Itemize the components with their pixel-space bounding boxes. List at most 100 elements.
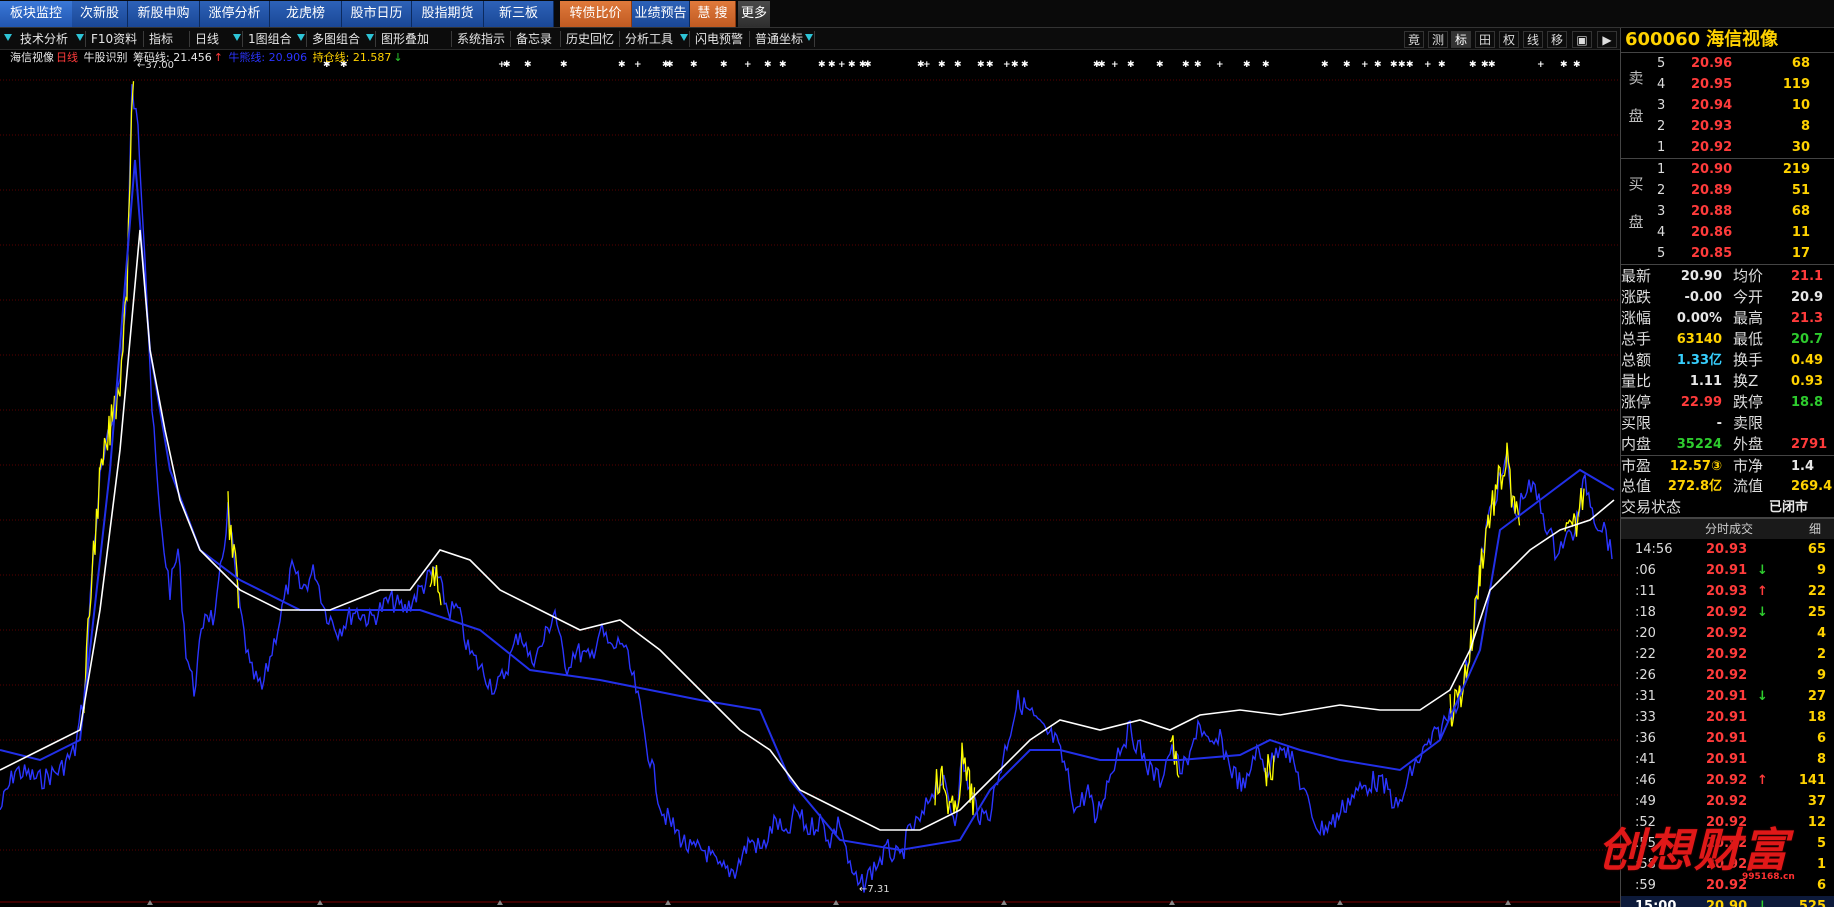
nav-tab-2[interactable]: 新股申购 bbox=[128, 1, 200, 27]
nav-tab-6[interactable]: 股指期货 bbox=[412, 1, 484, 27]
event-marker-icon[interactable]: ✱ bbox=[864, 60, 872, 70]
asks-row[interactable]: 3 20.94 10 bbox=[1621, 95, 1834, 116]
toolbar-item-0[interactable]: 技术分析 bbox=[20, 30, 68, 48]
dropdown-icon[interactable] bbox=[76, 34, 84, 41]
nav-tab-7[interactable]: 新三板 bbox=[484, 1, 554, 27]
event-marker-icon[interactable]: ✱ bbox=[954, 60, 962, 70]
asks-row[interactable]: 1 20.92 30 bbox=[1621, 137, 1834, 158]
chart-mode-button-0[interactable]: 竟 bbox=[1404, 31, 1424, 48]
toolbar-item-1[interactable]: F10资料 bbox=[91, 30, 137, 48]
event-marker-icon[interactable]: ✱ bbox=[1374, 60, 1382, 70]
event-marker-icon[interactable]: ✱ bbox=[1573, 60, 1581, 70]
event-marker-icon[interactable]: ✱ bbox=[1127, 60, 1135, 70]
chart-mode-button-7[interactable]: ▣ bbox=[1572, 31, 1592, 48]
event-marker-icon[interactable]: ✱ bbox=[666, 60, 674, 70]
trades-more[interactable]: 细 bbox=[1809, 519, 1821, 539]
event-marker-icon[interactable]: ✱ bbox=[1156, 60, 1164, 70]
toolbar-item-7[interactable]: 系统指示 bbox=[457, 30, 505, 48]
event-marker-icon[interactable]: ✱ bbox=[618, 60, 626, 70]
nav-tab-4[interactable]: 龙虎榜 bbox=[270, 1, 342, 27]
event-marker-icon[interactable]: ✱ bbox=[986, 60, 994, 70]
event-marker-icon[interactable]: ✱ bbox=[818, 60, 826, 70]
toolbar-item-5[interactable]: 多图组合 bbox=[312, 30, 360, 48]
event-marker-icon[interactable]: ✱ bbox=[828, 60, 836, 70]
event-marker-icon[interactable]: + bbox=[1111, 60, 1119, 70]
event-marker-icon[interactable]: ✱ bbox=[1469, 60, 1477, 70]
event-marker-icon[interactable]: ✱ bbox=[848, 60, 856, 70]
event-marker-icon[interactable]: ✱ bbox=[503, 60, 511, 70]
event-marker-icon[interactable]: ✱ bbox=[1406, 60, 1414, 70]
event-marker-icon[interactable]: + bbox=[634, 60, 642, 70]
event-marker-icon[interactable]: ✱ bbox=[1011, 60, 1019, 70]
toolbar-item-4[interactable]: 1图组合 bbox=[248, 30, 292, 48]
bids-row[interactable]: 4 20.86 11 bbox=[1621, 222, 1834, 243]
event-marker-icon[interactable]: ✱ bbox=[690, 60, 698, 70]
chart-mode-button-2[interactable]: 标 bbox=[1451, 31, 1471, 48]
dropdown-icon[interactable] bbox=[680, 34, 688, 41]
event-marker-icon[interactable]: ✱ bbox=[1182, 60, 1190, 70]
event-marker-icon[interactable]: ✱ bbox=[1343, 60, 1351, 70]
toolbar-item-11[interactable]: 闪电预警 bbox=[695, 30, 743, 48]
toolbar-item-8[interactable]: 备忘录 bbox=[516, 30, 552, 48]
event-marker-icon[interactable]: + bbox=[1361, 60, 1369, 70]
nav-tab-3[interactable]: 涨停分析 bbox=[200, 1, 270, 27]
event-marker-icon[interactable]: ✱ bbox=[1021, 60, 1029, 70]
nav-tab-8[interactable]: 转债比价 bbox=[560, 1, 632, 27]
event-marker-icon[interactable]: ✱ bbox=[1398, 60, 1406, 70]
chart-mode-button-5[interactable]: 线 bbox=[1523, 31, 1543, 48]
event-marker-icon[interactable]: ✱ bbox=[560, 60, 568, 70]
nav-tab-10[interactable]: 慧 搜 bbox=[690, 1, 736, 27]
toolbar-item-6[interactable]: 图形叠加 bbox=[381, 30, 429, 48]
event-marker-icon[interactable]: ✱ bbox=[1438, 60, 1446, 70]
nav-tab-9[interactable]: 业绩预告 bbox=[632, 1, 690, 27]
event-marker-icon[interactable]: + bbox=[744, 60, 752, 70]
kline-chart[interactable] bbox=[0, 50, 1620, 907]
event-marker-icon[interactable]: ✱ bbox=[1098, 60, 1106, 70]
chart-mode-button-1[interactable]: 测 bbox=[1428, 31, 1448, 48]
bids-row[interactable]: 3 20.88 68 bbox=[1621, 201, 1834, 222]
event-marker-icon[interactable]: + bbox=[1003, 60, 1011, 70]
event-marker-icon[interactable]: + bbox=[1424, 60, 1432, 70]
event-marker-icon[interactable]: ✱ bbox=[1243, 60, 1251, 70]
dropdown-icon[interactable] bbox=[805, 34, 813, 41]
chart-mode-button-4[interactable]: 权 bbox=[1499, 31, 1519, 48]
price-chart-svg[interactable] bbox=[0, 50, 1620, 907]
event-marker-icon[interactable]: + bbox=[1537, 60, 1545, 70]
dropdown-icon[interactable] bbox=[4, 34, 12, 41]
asks-row[interactable]: 2 20.93 8 bbox=[1621, 116, 1834, 137]
chart-mode-button-3[interactable]: 田 bbox=[1475, 31, 1495, 48]
toolbar-item-12[interactable]: 普通坐标 bbox=[755, 30, 803, 48]
nav-tab-0[interactable]: 板块监控 bbox=[0, 1, 72, 27]
event-marker-icon[interactable]: ✱ bbox=[1262, 60, 1270, 70]
event-marker-icon[interactable]: + bbox=[838, 60, 846, 70]
event-marker-icon[interactable]: + bbox=[1216, 60, 1224, 70]
event-marker-icon[interactable]: ✱ bbox=[779, 60, 787, 70]
asks-row[interactable]: 4 20.95 119 bbox=[1621, 74, 1834, 95]
bids-row[interactable]: 2 20.89 51 bbox=[1621, 180, 1834, 201]
event-marker-icon[interactable]: ✱ bbox=[1321, 60, 1329, 70]
bids-row[interactable]: 5 20.85 17 bbox=[1621, 243, 1834, 264]
asks-row[interactable]: 5 20.96 68 bbox=[1621, 53, 1834, 74]
bids-row[interactable]: 1 20.90 219 bbox=[1621, 159, 1834, 180]
toolbar-item-3[interactable]: 日线 bbox=[195, 30, 219, 48]
toolbar-item-9[interactable]: 历史回忆 bbox=[566, 30, 614, 48]
dropdown-icon[interactable] bbox=[297, 34, 305, 41]
event-marker-icon[interactable]: ✱ bbox=[1390, 60, 1398, 70]
event-marker-icon[interactable]: + bbox=[923, 60, 931, 70]
dropdown-icon[interactable] bbox=[233, 34, 241, 41]
nav-tab-5[interactable]: 股市日历 bbox=[342, 1, 412, 27]
chart-mode-button-8[interactable]: ▶ bbox=[1597, 31, 1617, 48]
nav-tab-1[interactable]: 次新股 bbox=[72, 1, 128, 27]
toolbar-item-2[interactable]: 指标 bbox=[149, 30, 173, 48]
event-marker-icon[interactable]: ✱ bbox=[1560, 60, 1568, 70]
nav-tab-11[interactable]: 更多 bbox=[738, 1, 770, 27]
event-marker-icon[interactable]: ✱ bbox=[764, 60, 772, 70]
toolbar-item-10[interactable]: 分析工具 bbox=[625, 30, 673, 48]
event-marker-icon[interactable]: ✱ bbox=[1194, 60, 1202, 70]
dropdown-icon[interactable] bbox=[366, 34, 374, 41]
event-marker-icon[interactable]: ✱ bbox=[938, 60, 946, 70]
event-marker-icon[interactable]: ✱ bbox=[524, 60, 532, 70]
event-marker-icon[interactable]: ✱ bbox=[1488, 60, 1496, 70]
chart-mode-button-6[interactable]: 移 bbox=[1547, 31, 1567, 48]
event-marker-icon[interactable]: ✱ bbox=[977, 60, 985, 70]
